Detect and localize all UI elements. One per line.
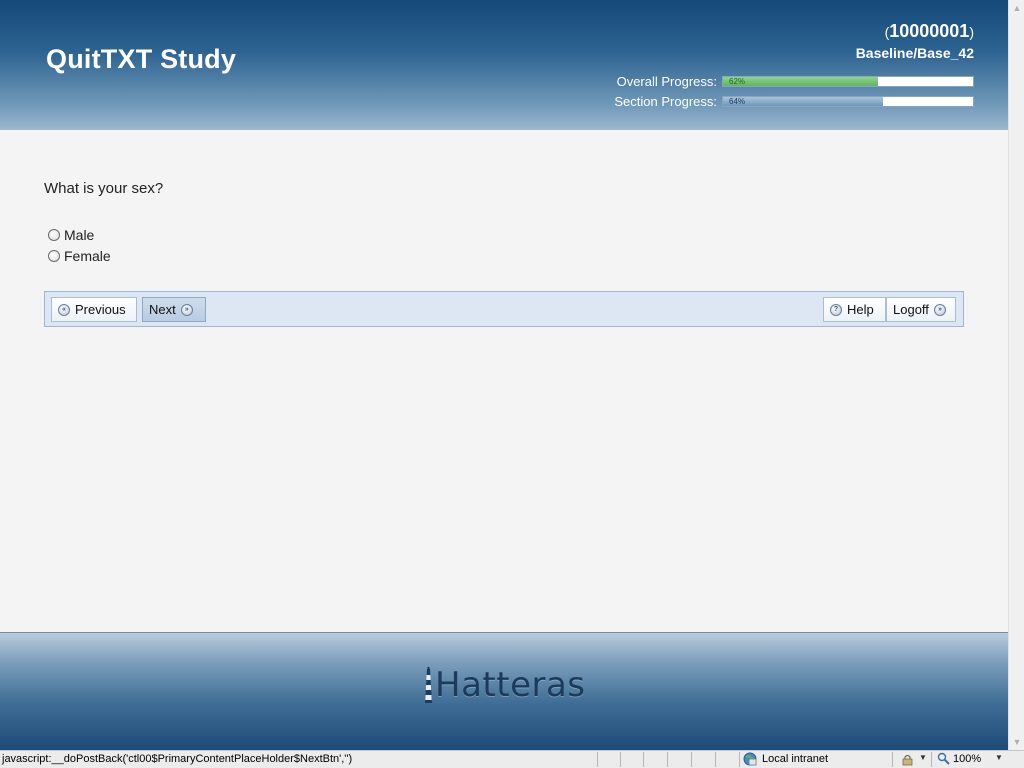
chevron-down-icon[interactable]: ▼ (919, 753, 927, 762)
header: QuitTXT Study (10000001) Baseline/Base_4… (0, 0, 1008, 130)
status-divider (931, 752, 932, 767)
brand-name: Hatteras (435, 665, 586, 705)
zoom-level: 100% (953, 752, 982, 765)
help-label: Help (847, 302, 874, 317)
page: QuitTXT Study (10000001) Baseline/Base_4… (0, 0, 1008, 750)
zone-label: Local intranet (762, 753, 829, 765)
participant-id-value: 10000001 (889, 21, 970, 41)
previous-button[interactable]: « Previous (51, 297, 137, 322)
section-progress: Section Progress: 64% (614, 93, 974, 109)
section-progress-bar: 64% (722, 95, 974, 107)
question-text: What is your sex? (44, 180, 164, 197)
female-radio[interactable] (48, 250, 60, 262)
footer: Hatteras (0, 632, 1008, 750)
status-bar: javascript:__doPostBack('ctl00$PrimaryCo… (0, 750, 1024, 768)
previous-label: Previous (75, 302, 126, 317)
logoff-button[interactable]: Logoff » (886, 297, 956, 322)
status-divider (620, 752, 621, 767)
protected-mode-icon[interactable] (900, 753, 916, 766)
paren-close: ) (969, 24, 974, 40)
next-label: Next (149, 302, 176, 317)
status-divider (715, 752, 716, 767)
section-progress-label: Section Progress: (614, 93, 717, 109)
fast-forward-icon: » (933, 303, 946, 316)
navigation-bar: « Previous Next » ? Help Logoff » (44, 291, 964, 327)
help-icon: ? (830, 303, 842, 316)
page-title: QuitTXT Study (46, 44, 237, 74)
male-radio[interactable] (48, 229, 60, 241)
help-button[interactable]: ? Help (823, 297, 886, 322)
male-label[interactable]: Male (64, 227, 94, 243)
female-label[interactable]: Female (64, 248, 111, 264)
zoom-control[interactable]: 100% (937, 752, 981, 765)
overall-progress-label: Overall Progress: (616, 73, 717, 89)
hatteras-logo: Hatteras (424, 667, 586, 703)
option-male[interactable]: Male (48, 227, 94, 243)
section-progress-fill (723, 96, 883, 106)
status-divider (667, 752, 668, 767)
option-female[interactable]: Female (48, 248, 111, 264)
fast-forward-icon: » (180, 303, 193, 316)
logoff-label: Logoff (893, 302, 929, 317)
overall-progress-fill (723, 76, 878, 86)
lighthouse-icon (425, 667, 432, 703)
security-zone[interactable]: Local intranet (743, 752, 828, 766)
next-button[interactable]: Next » (142, 297, 206, 322)
globe-icon (743, 752, 757, 766)
status-url: javascript:__doPostBack('ctl00$PrimaryCo… (2, 753, 353, 765)
overall-progress-bar: 62% (722, 75, 974, 87)
rewind-icon: « (58, 303, 70, 316)
chevron-down-icon[interactable]: ▼ (995, 753, 1003, 762)
status-divider (892, 752, 893, 767)
overall-progress-percent: 62% (729, 76, 746, 86)
status-divider (739, 752, 740, 767)
section-name: Baseline/Base_42 (855, 45, 974, 61)
scroll-up-icon[interactable]: ▲ (1009, 0, 1024, 16)
vertical-scrollbar[interactable]: ▲ ▼ (1008, 0, 1024, 750)
status-divider (691, 752, 692, 767)
overall-progress: Overall Progress: 62% (616, 73, 974, 89)
magnifier-icon (937, 752, 950, 765)
section-progress-percent: 64% (729, 96, 746, 106)
status-divider (597, 752, 598, 767)
scroll-down-icon[interactable]: ▼ (1009, 734, 1024, 750)
participant-id: (10000001) (885, 21, 974, 42)
status-divider (643, 752, 644, 767)
